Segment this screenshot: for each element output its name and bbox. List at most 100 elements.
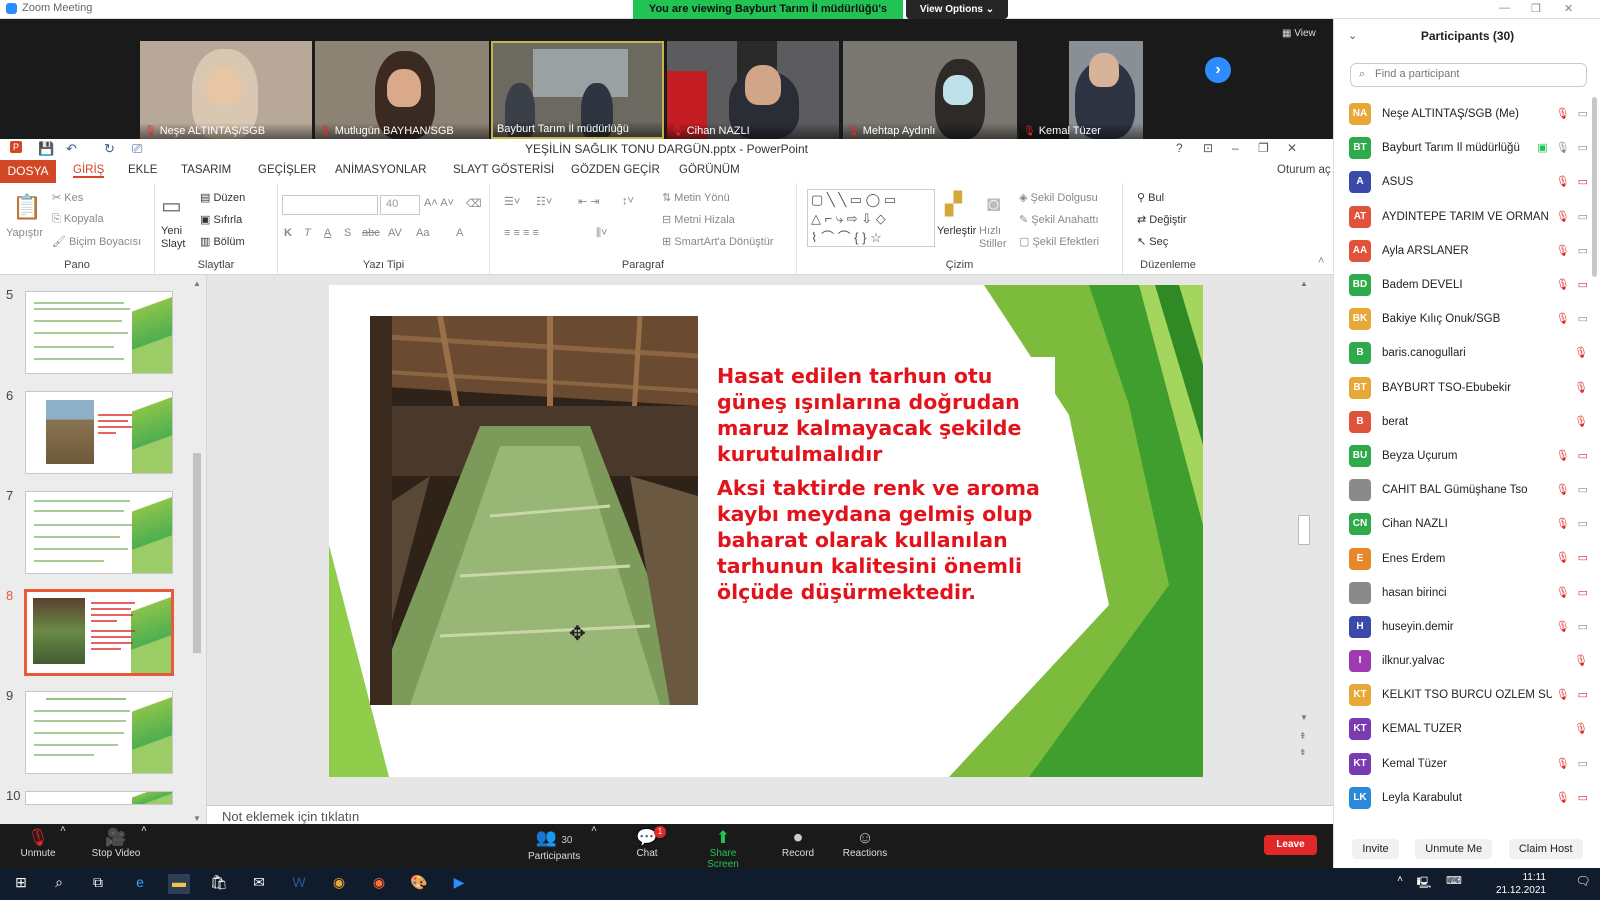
restore-icon[interactable]: ❐	[1531, 2, 1541, 15]
next-page-arrow-icon[interactable]: ›	[1205, 57, 1231, 83]
align-text-button[interactable]: ⊟ Metni Hizala	[662, 213, 735, 226]
participant-row[interactable]: Hhuseyin.demir 🎙 ▭	[1334, 610, 1594, 644]
current-slide[interactable]: Hasat edilen tarhun otu güneş ışınlarına…	[329, 285, 1203, 777]
zoom-taskbar-icon[interactable]: ▶	[448, 874, 470, 894]
participant-row[interactable]: AA Ayla ARSLANER 🎙 ▭	[1334, 234, 1594, 268]
video-options-chevron-icon[interactable]: ˄	[141, 824, 147, 835]
shadow-button[interactable]: S	[344, 227, 351, 239]
scroll-down-icon[interactable]: ▼	[193, 814, 201, 823]
layout-button[interactable]: ▤ Düzen	[200, 191, 245, 204]
shape-outline-button[interactable]: ✎ Şekil Anahattı	[1019, 213, 1099, 226]
replace-button[interactable]: ⇄ Değiştir	[1137, 213, 1187, 226]
participant-search-input[interactable]: ⌕ Find a participant	[1350, 63, 1587, 87]
keyboard-icon[interactable]: ⌨	[1443, 874, 1465, 894]
scroll-up-icon[interactable]: ▲	[1300, 279, 1308, 288]
mail-icon[interactable]: ✉	[248, 874, 270, 894]
slide-scrollbar[interactable]: ▲ ▼ ⇞ ⇟	[1297, 279, 1311, 789]
slide-thumbnail[interactable]	[25, 691, 173, 774]
ppt-minimize-icon[interactable]: –	[1232, 141, 1239, 155]
change-case-button[interactable]: Aa	[416, 227, 429, 239]
paint-icon[interactable]: 🎨	[408, 874, 430, 894]
search-icon[interactable]: ⌕	[48, 874, 70, 894]
share-screen-button[interactable]: ⬆ Share Screen	[694, 828, 752, 870]
slide-thumbnail-selected[interactable]	[24, 589, 174, 676]
line-spacing-icon[interactable]: ↕˅	[622, 195, 634, 207]
char-spacing-button[interactable]: AV	[388, 227, 402, 239]
paste-button[interactable]: Yapıştır	[6, 227, 43, 239]
participant-row[interactable]: KT KELKİT TSO BURCU ÖZLEM SU... 🎙 ▭	[1334, 678, 1594, 712]
ribbon-display-icon[interactable]: ⊡	[1203, 141, 1213, 155]
task-view-icon[interactable]: ⧉	[87, 874, 109, 894]
video-tile[interactable]: 🎙 Mehtap Aydınlı	[843, 41, 1017, 139]
unmute-me-button[interactable]: Unmute Me	[1415, 839, 1493, 859]
strikethrough-button[interactable]: abc	[362, 227, 380, 239]
notification-icon[interactable]: 🗨	[1572, 874, 1594, 894]
shape-effects-button[interactable]: ▢ Şekil Efektleri	[1019, 235, 1099, 248]
select-button[interactable]: ↖ Seç	[1137, 235, 1168, 248]
tab-ekle[interactable]: EKLE	[128, 164, 157, 176]
quick-styles-button[interactable]: Hızlı Stiller	[979, 225, 1015, 251]
tab-gecisler[interactable]: GEÇİŞLER	[258, 164, 316, 176]
reset-button[interactable]: ▣ Sıfırla	[200, 213, 242, 226]
font-color-button[interactable]: A	[456, 227, 463, 239]
find-button[interactable]: ⚲ Bul	[1137, 191, 1164, 204]
reactions-button[interactable]: ☺ Reactions	[842, 828, 888, 859]
tab-tasarim[interactable]: TASARIM	[181, 164, 231, 176]
leave-button[interactable]: Leave	[1264, 835, 1317, 855]
participant-row[interactable]: KT Kemal Tüzer 🎙 ▭	[1334, 747, 1594, 781]
close-icon[interactable]: ✕	[1564, 2, 1573, 15]
cut-button[interactable]: ✂ Kes	[52, 191, 83, 204]
slide-thumbnail[interactable]	[25, 791, 173, 805]
underline-button[interactable]: A	[324, 227, 331, 239]
previous-slide-icon[interactable]: ⇞	[1299, 731, 1307, 742]
new-slide-button[interactable]: Yeni Slayt	[161, 225, 191, 251]
thumbnail-scrollbar[interactable]: ▲ ▼	[192, 279, 202, 823]
text-direction-button[interactable]: ⇅ Metin Yönü	[662, 191, 730, 204]
windows-start-icon[interactable]: ⊞	[10, 874, 32, 894]
bold-button[interactable]: K	[284, 227, 292, 239]
font-family-select[interactable]	[282, 195, 378, 215]
participant-row[interactable]: BT BAYBURT TSO-Ebubekir 🎙	[1334, 371, 1594, 405]
participant-list-scrollbar[interactable]	[1592, 97, 1597, 277]
slide-text-box[interactable]: Hasat edilen tarhun otu güneş ışınlarına…	[717, 363, 1067, 623]
chrome-icon[interactable]: ◉	[328, 874, 350, 894]
participant-row[interactable]: NA Neşe ALTINTAŞ/SGB (Me) 🎙 ▭	[1334, 97, 1594, 131]
participants-button[interactable]: 👥 30 Participants	[528, 828, 580, 862]
format-painter-button[interactable]: 🖌 Biçim Boyacısı	[52, 235, 141, 248]
ppt-close-icon[interactable]: ✕	[1287, 141, 1297, 155]
network-icon[interactable]: 🖳	[1413, 874, 1435, 894]
store-icon[interactable]: 🛍	[208, 874, 230, 894]
slide-thumbnail[interactable]	[25, 491, 173, 574]
participant-row[interactable]: CAHİT BAL Gümüşhane Tso 🎙 ▭	[1334, 473, 1594, 507]
participant-row[interactable]: hasan birinci 🎙 ▭	[1334, 576, 1594, 610]
participant-row[interactable]: CN Cihan NAZLI 🎙 ▭	[1334, 507, 1594, 541]
system-clock[interactable]: 11:11 21.12.2021	[1496, 871, 1546, 897]
columns-icon[interactable]: ⫼˅	[596, 227, 607, 240]
collapse-ribbon-icon[interactable]: ˄	[1318, 255, 1324, 267]
participant-row[interactable]: KT KEMAL TÜZER 🎙	[1334, 712, 1594, 746]
smartart-button[interactable]: ⊞ SmartArt'a Dönüştür	[662, 235, 774, 248]
shapes-gallery[interactable]: ▢ ╲ ╲ ▭ ◯ ▭ △ ⌐ ⤷ ⇨ ⇩ ◇ ⌇ ⌒ ⌒ { } ☆	[807, 189, 935, 247]
clear-format-icon[interactable]: ⌫	[466, 197, 482, 210]
tab-gozden-gecir[interactable]: GÖZDEN GEÇİR	[571, 164, 660, 176]
scroll-up-icon[interactable]: ▲	[193, 279, 201, 288]
tab-giris[interactable]: GİRİŞ	[73, 164, 105, 178]
section-button[interactable]: ▥ Bölüm	[200, 235, 245, 248]
participant-row[interactable]: AT AYDINTEPE TARIM VE ORMAN ... 🎙 ▭	[1334, 200, 1594, 234]
next-slide-icon[interactable]: ⇟	[1299, 747, 1307, 758]
tab-slayt-gosterisi[interactable]: SLAYT GÖSTERİSİ	[453, 164, 554, 176]
view-options-button[interactable]: View Options ⌄	[906, 0, 1008, 19]
italic-button[interactable]: T	[304, 227, 311, 239]
video-tile[interactable]: 🎙 Mutlugün BAYHAN/SGB	[315, 41, 489, 139]
record-button[interactable]: ⏺ Record	[780, 828, 816, 859]
participant-row[interactable]: BD Badem DEVELİ 🎙 ▭	[1334, 268, 1594, 302]
help-icon[interactable]: ?	[1176, 141, 1183, 155]
tab-animasyonlar[interactable]: ANİMASYONLAR	[335, 164, 426, 176]
participant-row[interactable]: A ASUS 🎙 ▭	[1334, 165, 1594, 199]
video-tile[interactable]: 🎙 Neşe ALTINTAŞ/SGB	[140, 41, 312, 139]
invite-button[interactable]: Invite	[1352, 839, 1399, 859]
tab-dosya[interactable]: DOSYA	[0, 160, 56, 183]
tab-gorunum[interactable]: GÖRÜNÜM	[679, 164, 740, 176]
shape-fill-button[interactable]: ◈ Şekil Dolgusu	[1019, 191, 1098, 204]
stop-video-button[interactable]: 🎥 Stop Video	[90, 828, 142, 859]
